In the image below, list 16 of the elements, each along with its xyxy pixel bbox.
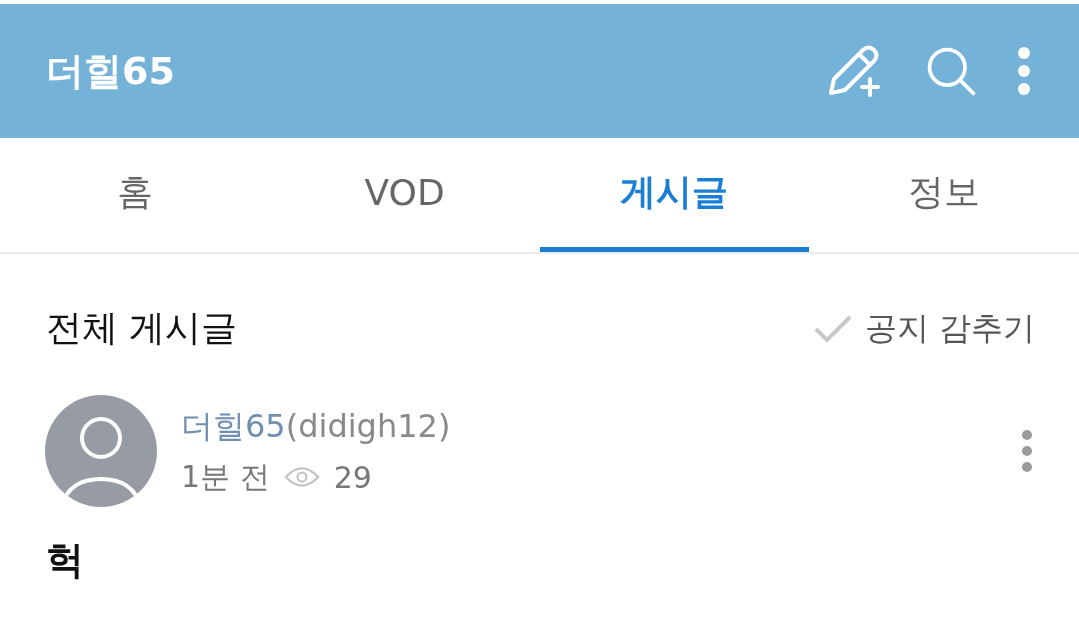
author-name[interactable]: 더힐65 [181, 406, 286, 445]
tab[interactable]: VOD [269, 138, 540, 252]
more-icon[interactable] [1021, 429, 1033, 473]
hide-notice-toggle[interactable]: 공지 감추기 [812, 306, 1035, 351]
section-title: 전체 게시글 [46, 306, 238, 350]
tab[interactable]: 홈 [0, 138, 270, 252]
author-id: (didigh12) [285, 406, 451, 445]
eye-icon [283, 465, 320, 489]
channel-title: 더힐65 [46, 47, 175, 95]
post-time: 1분 전 [181, 457, 270, 496]
tab[interactable]: 게시글 [539, 138, 810, 252]
tab[interactable]: 정보 [809, 138, 1079, 252]
view-count: 29 [333, 459, 372, 495]
more-icon[interactable] [1017, 46, 1031, 96]
post-title: 헉 [45, 537, 85, 584]
avatar-icon [45, 395, 157, 507]
